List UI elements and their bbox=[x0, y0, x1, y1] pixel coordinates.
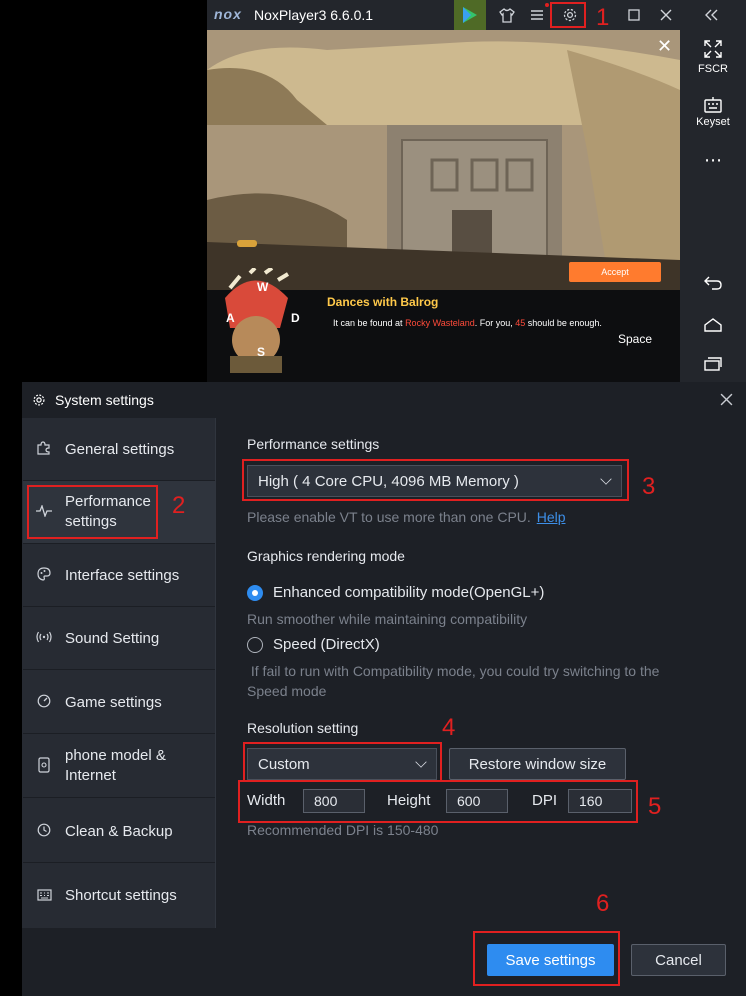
back-icon bbox=[704, 276, 722, 290]
svg-text:✕: ✕ bbox=[657, 36, 672, 56]
collapse-sidebar-icon[interactable] bbox=[702, 5, 722, 25]
dpi-note: Recommended DPI is 150-480 bbox=[247, 822, 439, 838]
nav-label: Shortcut settings bbox=[65, 887, 177, 904]
annotation-box-3 bbox=[242, 459, 629, 501]
restore-window-size-button[interactable]: Restore window size bbox=[449, 748, 626, 780]
palette-icon bbox=[23, 566, 65, 584]
annotation-number-1: 1 bbox=[596, 4, 610, 31]
annotation-box-6 bbox=[473, 931, 620, 986]
nav-interface-settings[interactable]: Interface settings bbox=[23, 544, 215, 607]
annotation-box-1 bbox=[550, 2, 586, 28]
opengl-description: Run smoother while maintaining compatibi… bbox=[247, 611, 528, 627]
annotation-box-4 bbox=[243, 742, 442, 782]
quest-text-prefix: It can be found at bbox=[333, 318, 406, 328]
home-icon bbox=[704, 318, 722, 332]
settings-gear-icon-small bbox=[32, 393, 46, 412]
recent-apps-icon bbox=[704, 357, 722, 371]
space-key-hint: Space bbox=[618, 332, 653, 346]
clock-icon bbox=[23, 823, 65, 840]
radio-opengl[interactable] bbox=[247, 585, 263, 601]
nav-label: Sound Setting bbox=[65, 629, 160, 647]
npc-portrait bbox=[210, 266, 300, 373]
more-options-icon[interactable]: ⋯ bbox=[680, 150, 746, 171]
gauge-icon bbox=[23, 694, 65, 711]
annotation-number-3: 3 bbox=[642, 473, 656, 500]
nox-logo: nox bbox=[214, 6, 242, 22]
key-d: D bbox=[291, 311, 300, 325]
fscr-button[interactable]: FSCR bbox=[680, 40, 746, 75]
nox-window-title: NoxPlayer3 6.6.0.1 bbox=[254, 7, 374, 23]
key-a: A bbox=[226, 311, 235, 325]
quest-text-suffix: should be enough. bbox=[525, 318, 602, 328]
vt-note-text: Please enable VT to use more than one CP… bbox=[247, 509, 531, 525]
settings-title: System settings bbox=[55, 392, 154, 408]
accept-button[interactable]: Accept bbox=[569, 262, 661, 282]
nav-clean-backup[interactable]: Clean & Backup bbox=[23, 800, 215, 863]
annotation-number-5: 5 bbox=[648, 793, 662, 820]
maximize-icon[interactable] bbox=[624, 5, 644, 25]
nav-sound-setting[interactable]: Sound Setting bbox=[23, 607, 215, 670]
phone-icon bbox=[23, 756, 65, 776]
graphics-heading: Graphics rendering mode bbox=[247, 548, 405, 564]
nav-general-settings[interactable]: General settings bbox=[23, 418, 215, 481]
menu-icon[interactable] bbox=[527, 5, 547, 25]
radio-directx[interactable] bbox=[247, 637, 263, 653]
game-screen[interactable]: ✕ bbox=[207, 30, 680, 290]
key-w: W bbox=[257, 280, 269, 294]
play-store-button[interactable] bbox=[454, 0, 486, 30]
nav-game-settings[interactable]: Game settings bbox=[23, 671, 215, 734]
nav-label: Clean & Backup bbox=[65, 822, 173, 840]
keyset-label: Keyset bbox=[696, 116, 730, 128]
notification-dot bbox=[545, 3, 549, 7]
directx-description-line2: Speed mode bbox=[247, 683, 327, 699]
nav-label: phone model & Internet bbox=[65, 747, 166, 784]
back-button[interactable] bbox=[680, 276, 746, 293]
annotation-box-2 bbox=[27, 485, 158, 539]
nav-label: General settings bbox=[65, 440, 175, 458]
nav-phone-model-internet[interactable]: phone model & Internet bbox=[23, 735, 215, 798]
vt-note: Please enable VT to use more than one CP… bbox=[247, 509, 566, 525]
nav-shortcut-settings[interactable]: Shortcut settings bbox=[23, 864, 215, 927]
close-icon[interactable] bbox=[656, 5, 676, 25]
quest-title: Dances with Balrog bbox=[327, 295, 439, 309]
quest-text: It can be found at Rocky Wasteland. For … bbox=[333, 318, 602, 328]
quest-text-mid: . For you, bbox=[474, 318, 516, 328]
performance-heading: Performance settings bbox=[247, 436, 380, 452]
keyset-button[interactable]: Keyset bbox=[680, 97, 746, 128]
recent-apps-button[interactable] bbox=[680, 357, 746, 374]
key-s: S bbox=[257, 345, 266, 359]
radio-opengl-label[interactable]: Enhanced compatibility mode(OpenGL+) bbox=[273, 584, 544, 601]
fscr-label: FSCR bbox=[698, 63, 728, 75]
game-scene-illustration: ✕ bbox=[207, 30, 680, 290]
theme-shirt-icon[interactable] bbox=[497, 5, 517, 25]
cancel-button[interactable]: Cancel bbox=[631, 944, 726, 976]
annotation-number-2: 2 bbox=[172, 492, 186, 519]
fullscreen-icon bbox=[704, 40, 722, 58]
keyboard-icon bbox=[704, 97, 722, 113]
annotation-number-4: 4 bbox=[442, 714, 456, 741]
quest-location: Rocky Wasteland bbox=[405, 318, 475, 328]
keyboard-icon bbox=[23, 888, 65, 904]
nav-label: Game settings bbox=[65, 693, 162, 711]
resolution-heading: Resolution setting bbox=[247, 720, 359, 736]
quest-number: 45 bbox=[515, 318, 526, 328]
play-store-icon bbox=[463, 7, 477, 23]
sound-icon bbox=[23, 630, 65, 646]
nav-label: Interface settings bbox=[65, 566, 180, 584]
puzzle-icon bbox=[23, 440, 65, 458]
radio-directx-label[interactable]: Speed (DirectX) bbox=[273, 636, 380, 653]
directx-description-line1: If fail to run with Compatibility mode, … bbox=[247, 663, 660, 679]
settings-close-icon[interactable] bbox=[720, 393, 733, 411]
help-link[interactable]: Help bbox=[537, 509, 566, 525]
home-button[interactable] bbox=[680, 318, 746, 335]
annotation-number-6: 6 bbox=[596, 890, 610, 917]
annotation-box-5 bbox=[238, 780, 638, 823]
